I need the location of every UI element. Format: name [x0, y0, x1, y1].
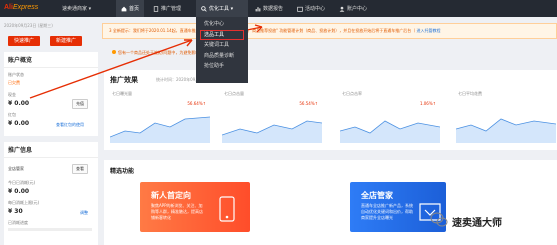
document-icon [153, 5, 159, 12]
spend-progress-bar [8, 228, 92, 231]
bonus-usage-link[interactable]: 查看红包的使用 [56, 122, 84, 128]
nav-account[interactable]: 账户中心 [334, 0, 372, 17]
announcement-link[interactable]: 进入托管教程 [417, 28, 441, 33]
wechat-watermark-icon [430, 212, 448, 227]
aliexpress-logo[interactable]: AliExpress [4, 4, 38, 11]
nav-optimize-tools[interactable]: 优化工具 ▾ [196, 0, 248, 17]
top-nav: AliExpress 速卖通商家 ▾ 首页 推广管理 优化工具 ▾ 数据报告 活… [0, 0, 557, 17]
mobile-icon [219, 196, 235, 222]
today-spend-value: ¥ 0.00 [8, 188, 30, 195]
account-overview-panel: 账户概览 账户状态 已欠费 现金 ¥ 0.00 充值 红包 ¥ 0.00 查看红… [4, 52, 98, 136]
daily-budget-label: 每日消耗上限(元) [8, 200, 40, 205]
adjust-budget-link[interactable]: 调整 [80, 210, 88, 216]
ctr-sparkline [340, 120, 440, 143]
date-label: 2020年09月23日 (星期三) [4, 23, 53, 28]
new-promotion-button[interactable]: 新建推广 [50, 36, 82, 46]
bonus-label: 红包 [8, 112, 16, 117]
all-store-label: 全店管家 [8, 166, 24, 171]
daily-budget-value: ¥ 30 [8, 208, 23, 215]
featured-tools-panel: 精选功能 新人首定向 聚焦APP的新浏览、关注、加购等人群，精准触达，提高店铺新… [104, 160, 557, 245]
calendar-icon [297, 6, 303, 12]
metric-card-impressions[interactable]: 七日曝光量 56.64%↑ [110, 91, 210, 145]
nav-home[interactable]: 首页 [116, 0, 145, 17]
announcement-text: 3 全新提示：我们将于2020.01.14起，直通车推广计划内的商品 将逐渐替换… [109, 28, 416, 33]
new-user-targeting-card[interactable]: 新人首定向 聚焦APP的新浏览、关注、加购等人群，精准触达，提高店铺新客转化 [140, 182, 250, 232]
quick-promote-button[interactable]: 快速推广 [8, 36, 40, 46]
dropdown-item-product-selection[interactable]: 选品工具 [200, 29, 244, 40]
account-status-label: 账户状态 [8, 72, 24, 77]
promotion-info-panel: 推广信息 全店管家 查看 今日已消耗(元) ¥ 0.00 每日消耗上限(元) ¥… [4, 142, 98, 245]
avg-cost-sparkline [456, 118, 556, 143]
promotion-effect-panel: 推广效果 统计时间：2020年09月15日~2020 七日曝光量 56.64%↑… [104, 70, 557, 150]
account-overview-title: 账户概览 [4, 52, 98, 68]
account-status-value: 已欠费 [8, 80, 20, 85]
nav-events[interactable]: 活动中心 [292, 0, 330, 17]
clicks-sparkline [222, 120, 322, 143]
dropdown-item-quality-diagnosis[interactable]: 商品质量诊断 [196, 51, 248, 62]
nav-data-report[interactable]: 数据报告 [250, 0, 288, 17]
search-icon [201, 5, 207, 12]
bar-chart-icon [255, 6, 261, 11]
announcement-banner: 3 全新提示：我们将于2020.01.14起，直通车推广计划内的商品 将逐渐替换… [102, 23, 557, 39]
spend-progress-label: 已消耗进度 [8, 220, 28, 225]
bonus-value: ¥ 0.00 [8, 120, 30, 127]
store-switcher[interactable]: 速卖通商家 ▾ [62, 5, 91, 12]
metric-card-clicks[interactable]: 七日点击量 56.54%↑ [222, 91, 322, 145]
user-icon [339, 6, 345, 12]
impressions-sparkline [110, 116, 210, 143]
optimize-tools-dropdown: 优化中心 选品工具 关键词工具 商品质量诊断 抢位助手 [196, 17, 248, 83]
dropdown-item-position-helper[interactable]: 抢位助手 [196, 61, 248, 72]
recharge-button[interactable]: 充值 [72, 99, 88, 109]
cash-value: ¥ 0.00 [8, 100, 30, 107]
all-store-view-button[interactable]: 查看 [72, 164, 88, 174]
promotion-effect-title: 推广效果 [110, 76, 138, 84]
dropdown-item-optimize-center[interactable]: 优化中心 [196, 19, 248, 30]
metric-card-ctr[interactable]: 七日点击率 1.06%↑ [340, 91, 440, 145]
metric-card-avg-cost[interactable]: 七日平均花费 [456, 91, 556, 145]
featured-tools-title: 精选功能 [110, 168, 135, 175]
warning-icon [112, 50, 116, 54]
watermark-text: 速卖通大师 [452, 218, 502, 229]
dropdown-item-keyword-tool[interactable]: 关键词工具 [196, 40, 248, 51]
home-icon [121, 6, 127, 11]
today-spend-label: 今日已消耗(元) [8, 180, 36, 185]
promotion-info-title: 推广信息 [4, 142, 98, 158]
cash-label: 现金 [8, 92, 16, 97]
nav-promo-mgmt[interactable]: 推广管理 [148, 0, 186, 17]
